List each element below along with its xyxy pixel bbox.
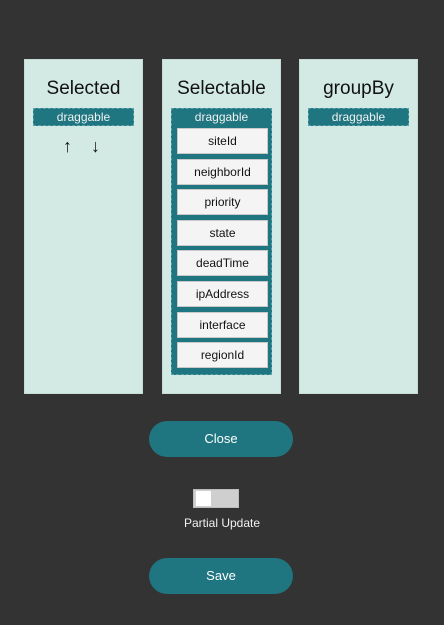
list-item-neighborid[interactable]: neighborId <box>177 159 268 185</box>
list-item-siteid[interactable]: siteId <box>177 128 268 154</box>
reorder-controls: ↑ ↓ <box>25 136 142 157</box>
toggle-knob <box>196 491 211 506</box>
groupby-drop-zone[interactable]: draggable <box>308 108 409 126</box>
arrow-down-icon[interactable]: ↓ <box>88 136 107 156</box>
close-button[interactable]: Close <box>149 421 293 457</box>
list-item-interface[interactable]: interface <box>177 312 268 338</box>
list-item-deadtime[interactable]: deadTime <box>177 250 268 276</box>
selected-panel: Selected draggable ↑ ↓ <box>24 59 143 394</box>
list-item-ipaddress[interactable]: ipAddress <box>177 281 268 307</box>
selected-panel-title: Selected <box>46 78 121 99</box>
partial-update-toggle[interactable] <box>193 489 239 508</box>
groupby-panel-title: groupBy <box>323 78 394 99</box>
selectable-panel-title: Selectable <box>177 78 266 99</box>
groupby-panel: groupBy draggable <box>299 59 418 394</box>
arrow-up-icon[interactable]: ↑ <box>60 136 79 156</box>
list-item-regionid[interactable]: regionId <box>177 342 268 368</box>
selectable-panel: Selectable draggable siteId neighborId p… <box>162 59 281 394</box>
partial-update-label: Partial Update <box>183 516 261 530</box>
save-button[interactable]: Save <box>149 558 293 594</box>
selectable-drop-zone[interactable]: draggable siteId neighborId priority sta… <box>171 108 272 375</box>
selectable-drag-label: draggable <box>194 110 249 124</box>
list-item-priority[interactable]: priority <box>177 189 268 215</box>
selected-drop-zone[interactable]: draggable <box>33 108 134 126</box>
list-item-state[interactable]: state <box>177 220 268 246</box>
